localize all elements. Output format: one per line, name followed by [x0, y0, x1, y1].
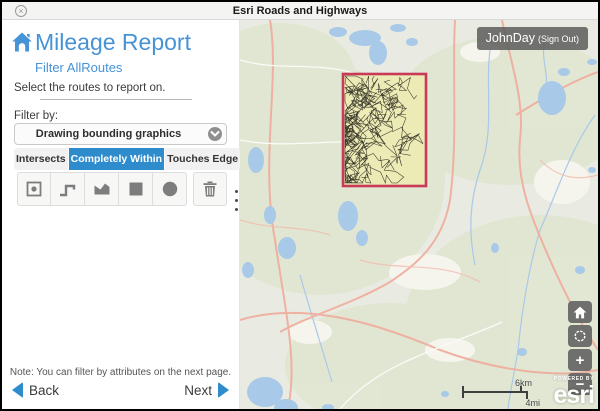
draw-point-button[interactable] [17, 172, 51, 206]
back-button[interactable]: Back [12, 382, 59, 398]
draw-tool-group [17, 172, 187, 206]
draw-rectangle-button[interactable] [119, 172, 153, 206]
sign-out-button[interactable]: JohnDay(Sign Out) [477, 27, 588, 50]
chevron-down-icon [208, 127, 222, 141]
scalebar: 6km 4mi [462, 378, 542, 409]
mileage-report-panel: Mileage Report Filter AllRoutes Select t… [2, 20, 240, 409]
divider-line [40, 99, 192, 100]
trash-icon [200, 179, 220, 199]
clear-graphics-button[interactable] [193, 172, 227, 206]
titlebar: × Esri Roads and Highways [2, 2, 598, 20]
mode-touches-edge-button[interactable]: Touches Edge [165, 148, 240, 170]
filter-by-label: Filter by: [14, 110, 58, 122]
note-text: Note: You can filter by attributes on th… [2, 367, 239, 378]
draw-polygon-button[interactable] [85, 172, 119, 206]
filter-method-dropdown[interactable]: Drawing bounding graphics [14, 123, 227, 145]
home-extent-icon [573, 306, 587, 319]
rectangle-icon [127, 180, 145, 198]
filter-allroutes-link[interactable]: Filter AllRoutes [35, 60, 122, 75]
home-icon [10, 30, 34, 54]
mode-completely-within-button[interactable]: Completely Within [69, 148, 165, 170]
panel-collapse-grip[interactable] [233, 190, 239, 216]
home-extent-button[interactable] [568, 301, 592, 323]
signout-label: (Sign Out) [538, 34, 579, 44]
spatial-filter-mode-group: Intersects Completely Within Touches Edg… [14, 148, 227, 170]
selection-rectangle [341, 72, 428, 188]
mode-intersects-button[interactable]: Intersects [14, 148, 68, 170]
locate-button[interactable] [568, 325, 592, 347]
instruction-text: Select the routes to report on. [14, 82, 166, 94]
scalebar-km-label: 6km [515, 378, 532, 388]
page-title: Mileage Report [35, 29, 191, 56]
polygon-icon [92, 179, 112, 199]
draw-polyline-button[interactable] [51, 172, 85, 206]
scalebar-mi-label: 4mi [525, 398, 540, 408]
username-label: JohnDay [486, 31, 535, 45]
point-icon [25, 180, 43, 198]
back-label: Back [29, 383, 59, 398]
draw-circle-button[interactable] [153, 172, 187, 206]
locate-icon [572, 328, 588, 344]
next-label: Next [184, 383, 212, 398]
esri-brand-label: esri [554, 383, 594, 408]
esri-logo: POWERED BY esri [554, 377, 594, 408]
map[interactable]: JohnDay(Sign Out) + − [240, 20, 598, 409]
app-window: × Esri Roads and Highways Mileage Report… [0, 0, 600, 411]
next-arrow-icon [218, 382, 229, 398]
back-arrow-icon [12, 382, 23, 398]
polyline-icon [58, 179, 78, 199]
zoom-in-button[interactable]: + [568, 349, 592, 371]
app-title: Esri Roads and Highways [2, 2, 598, 20]
circle-icon [161, 180, 179, 198]
next-button[interactable]: Next [184, 382, 229, 398]
dropdown-selected-value: Drawing bounding graphics [15, 124, 202, 144]
